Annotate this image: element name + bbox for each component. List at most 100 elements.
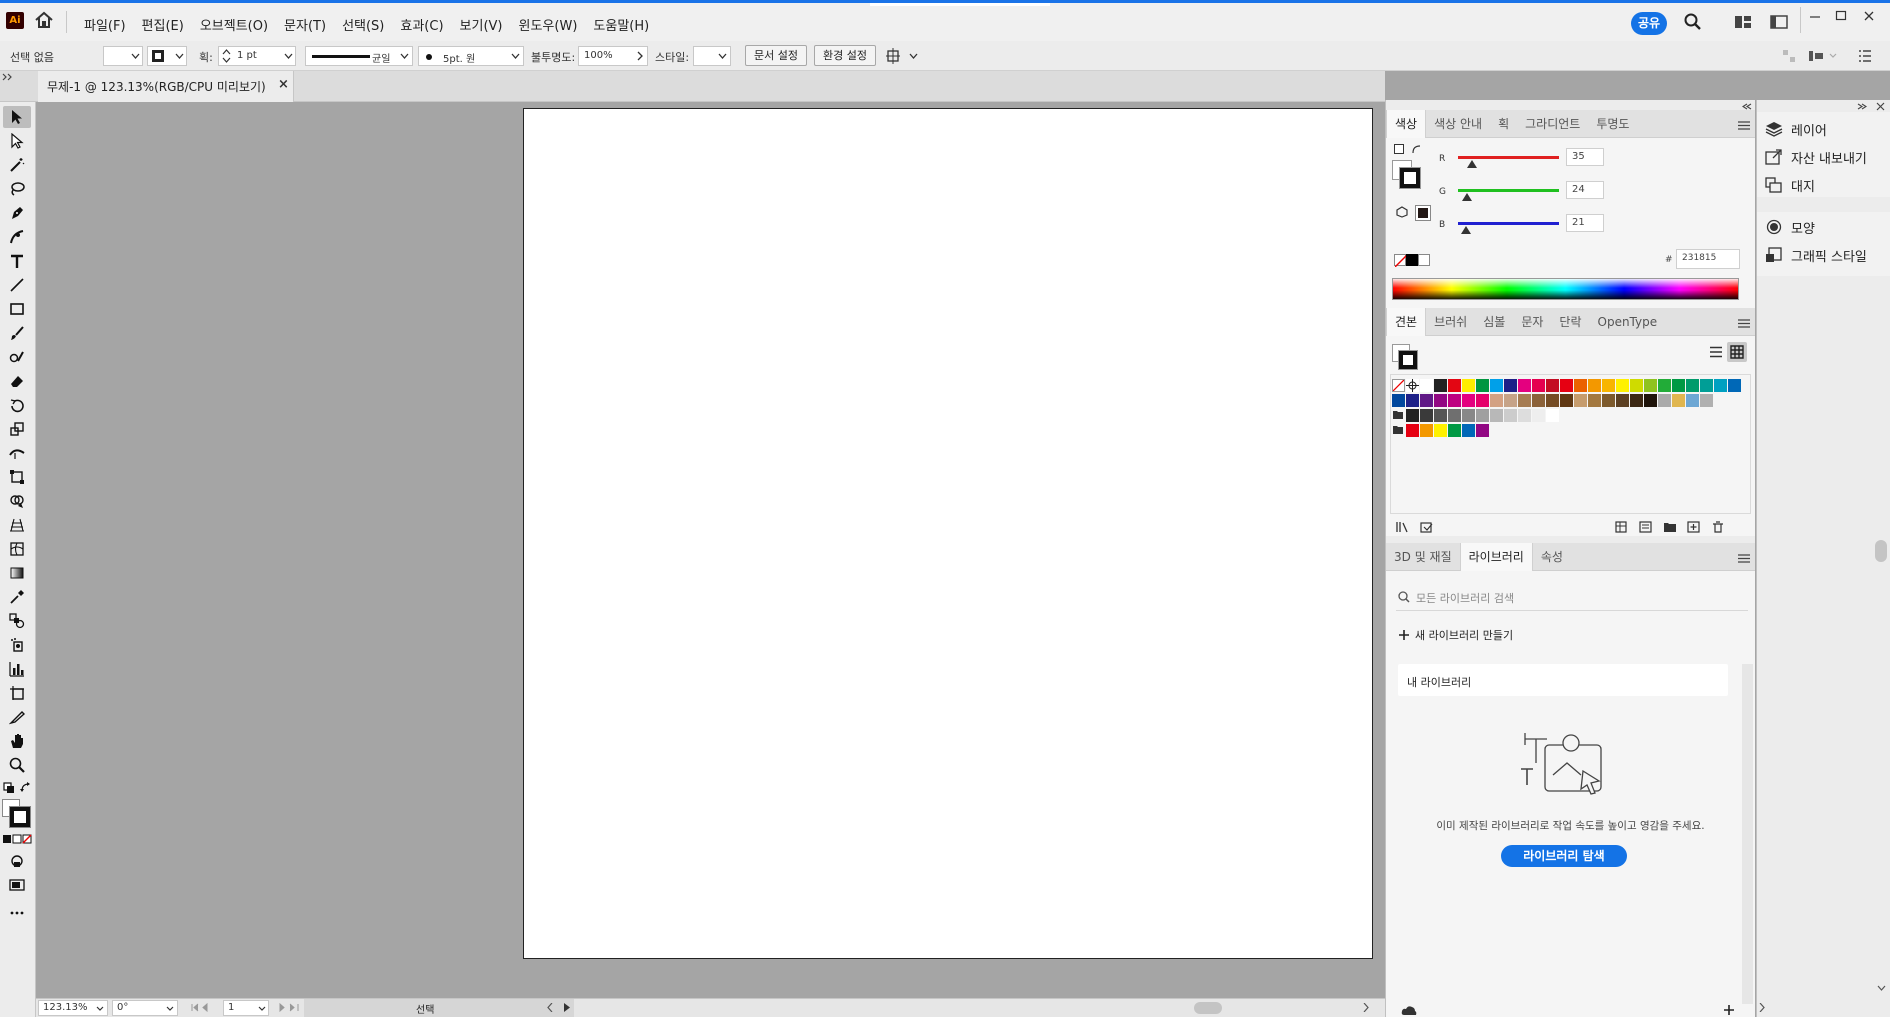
none-swatch[interactable] [1394,254,1408,268]
color-swatch[interactable] [1658,393,1671,407]
variable-width-profile-dropdown[interactable]: 균일 [305,46,413,66]
shape-builder-tool-icon[interactable] [3,490,31,512]
libraries-panel-menu-icon[interactable] [1738,554,1750,563]
fill-color-dropdown[interactable] [103,46,143,66]
swatch-options-icon[interactable] [1615,521,1629,533]
gradient-tool-icon[interactable] [3,562,31,584]
delete-swatch-icon[interactable] [1711,521,1725,533]
arrange-icon[interactable] [886,48,918,64]
minimize-icon[interactable] [1808,9,1822,23]
color-swatch[interactable] [1686,393,1699,407]
default-colors-icon[interactable] [1394,144,1404,154]
artboards-panel-button[interactable]: 대지 [1765,171,1867,199]
menu-edit[interactable]: 편집(E) [142,15,184,34]
registration-swatch[interactable] [1406,378,1419,392]
eyedropper-tool-icon[interactable] [3,586,31,608]
color-swatch[interactable] [1546,378,1559,392]
color-swatch[interactable] [1518,393,1531,407]
lasso-tool-icon[interactable] [3,178,31,200]
share-button[interactable]: 공유 [1631,12,1667,35]
menu-effect[interactable]: 효과(C) [400,15,443,34]
opacity-field[interactable]: 100% [578,46,648,66]
color-swatch[interactable] [1714,378,1727,392]
collapse-dock-icon[interactable] [1742,103,1752,110]
arrange-documents-icon[interactable] [1734,15,1752,29]
asset-export-panel-button[interactable]: 자산 내보내기 [1765,143,1867,171]
close-dock-icon[interactable] [1876,102,1885,111]
type-tool-icon[interactable] [3,250,31,272]
color-swatch[interactable] [1602,393,1615,407]
color-swatch[interactable] [1574,393,1587,407]
eraser-tool-icon[interactable] [3,370,31,392]
tab-symbols[interactable]: 심볼 [1475,308,1513,336]
color-swatch[interactable] [1406,423,1419,437]
zoom-level-dropdown[interactable]: 123.13% [38,1000,108,1016]
color-swatch[interactable] [1420,408,1433,422]
stroke-swatch[interactable] [9,806,31,828]
channel-r-field[interactable]: 35 [1566,148,1604,166]
tab-swatches[interactable]: 견본 [1386,307,1427,336]
channel-b-field[interactable]: 21 [1566,214,1604,232]
color-swatch[interactable] [1504,408,1517,422]
artboard-tool-icon[interactable] [3,682,31,704]
libraries-scrollbar[interactable] [1742,664,1753,1004]
control-bar-menu-icon[interactable] [1858,49,1872,63]
swatch-stroke-indicator[interactable] [1398,350,1418,370]
channel-b-slider[interactable] [1458,222,1559,225]
last-artboard-icon[interactable] [276,1003,300,1012]
color-swatch[interactable] [1560,393,1573,407]
grid-view-icon[interactable] [1727,342,1747,362]
color-swatch[interactable] [1658,378,1671,392]
blend-tool-icon[interactable] [3,610,31,632]
graphic-styles-panel-button[interactable]: 그래픽 스타일 [1765,241,1867,269]
color-swatch[interactable] [1630,393,1643,407]
show-swatch-kinds-icon[interactable] [1420,521,1434,533]
width-tool-icon[interactable] [3,442,31,464]
color-swatch[interactable] [1448,378,1461,392]
color-swatch[interactable] [1532,408,1545,422]
tab-brushes[interactable]: 브러쉬 [1426,308,1475,336]
swap-colors-icon[interactable] [1411,144,1423,156]
color-swatch[interactable] [1546,408,1559,422]
slice-tool-icon[interactable] [3,706,31,728]
distribute-icon[interactable] [1808,49,1840,63]
color-swatch[interactable] [1518,378,1531,392]
document-tab[interactable]: 무제-1 @ 123.13%(RGB/CPU 미리보기) × [38,71,294,102]
dock-scroll-right-icon[interactable] [1759,1003,1765,1012]
color-swatch[interactable] [1448,423,1461,437]
color-swatch[interactable] [1532,393,1545,407]
color-swatch[interactable] [1532,378,1545,392]
tab-3d-materials[interactable]: 3D 및 재질 [1386,543,1460,571]
channel-g-slider[interactable] [1458,189,1559,192]
color-swatch[interactable] [1462,393,1475,407]
artboard[interactable] [523,108,1373,959]
new-folder-icon[interactable] [1663,521,1677,533]
folder-icon[interactable] [1392,409,1405,422]
swatch-libraries-menu-icon[interactable] [1396,521,1410,533]
horizontal-scrollbar-thumb[interactable] [1194,1002,1222,1014]
color-panel-menu-icon[interactable] [1738,121,1750,130]
color-swatch[interactable] [1434,393,1447,407]
color-swatch[interactable] [1448,408,1461,422]
hand-tool-icon[interactable] [3,730,31,752]
color-swatch[interactable] [1672,378,1685,392]
color-swatch[interactable] [1616,378,1629,392]
color-swatch[interactable] [1462,378,1475,392]
scroll-right-icon[interactable] [1363,1003,1369,1012]
color-swatch[interactable] [1476,408,1489,422]
current-color-chip[interactable] [1415,205,1431,221]
shaper-tool-icon[interactable] [3,346,31,368]
color-swatch[interactable] [1490,393,1503,407]
artboard-number-field[interactable]: 1 [223,1000,269,1016]
stroke-color-dropdown[interactable] [147,46,187,66]
swap-fill-stroke-icon[interactable] [20,782,32,794]
color-swatch[interactable] [1616,393,1629,407]
out-of-gamut-icon[interactable] [1396,206,1408,218]
channel-g-thumb[interactable] [1462,193,1472,201]
scroll-down-icon[interactable] [1877,985,1886,991]
color-swatch[interactable] [1574,378,1587,392]
color-swatch[interactable] [1420,393,1433,407]
color-swatch[interactable] [1476,423,1489,437]
color-swatch[interactable] [1476,378,1489,392]
selection-tool-icon[interactable] [3,106,31,128]
